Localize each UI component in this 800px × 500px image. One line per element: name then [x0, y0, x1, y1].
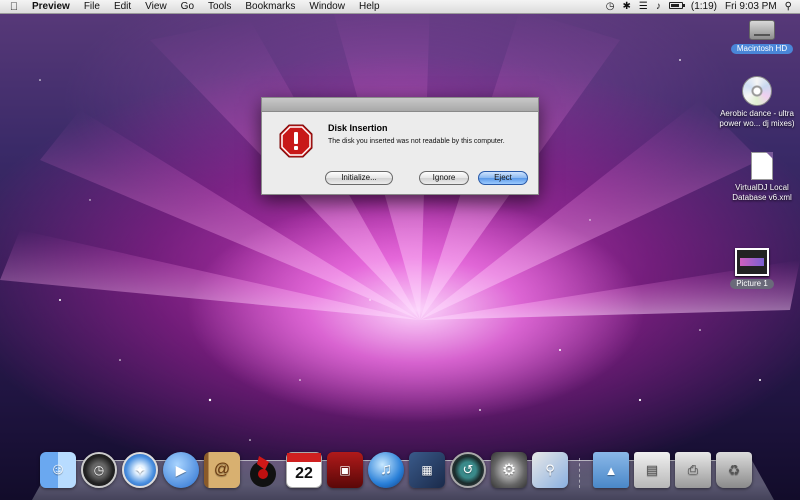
desktop-icon-label: Picture 1 — [730, 279, 774, 289]
dock-system-preferences-icon[interactable]: ⚙ — [491, 452, 527, 488]
menu-app-name[interactable]: Preview — [28, 1, 77, 12]
dock-finder-icon[interactable]: ☺ — [40, 452, 76, 488]
ignore-button[interactable]: Ignore — [419, 171, 469, 185]
menu-tools[interactable]: Tools — [201, 1, 238, 12]
alert-message: The disk you inserted was not readable b… — [328, 138, 505, 145]
dock-itunes-icon[interactable]: ♫ — [368, 452, 404, 488]
initialize-button[interactable]: Initialize... — [325, 171, 393, 185]
dock-address-book-icon[interactable]: @ — [204, 452, 240, 488]
dock-ical-icon[interactable]: 22 — [286, 452, 322, 488]
desktop-icon-picture-1[interactable]: Picture 1 — [714, 248, 790, 289]
desktop-icon-macintosh-hd[interactable]: Macintosh HD — [724, 20, 800, 54]
dock-ichat-icon[interactable]: ▶ — [163, 452, 199, 488]
menu-bar:  Preview File Edit View Go Tools Bookma… — [0, 0, 800, 14]
dock-virtualdj-icon[interactable] — [245, 452, 281, 488]
desktop-icon-label: Macintosh HD — [730, 44, 794, 54]
wallpaper-stars — [39, 59, 761, 441]
dock-photo-booth-icon[interactable]: ▣ — [327, 452, 363, 488]
battery-menu-icon[interactable] — [668, 1, 685, 12]
dock-documents-stack-icon[interactable]: ▤ — [634, 452, 670, 488]
dock-time-machine-icon[interactable]: ↺ — [450, 452, 486, 488]
dock-applications-folder-icon[interactable]: ▲ — [593, 452, 629, 488]
menu-help[interactable]: Help — [352, 1, 387, 12]
dock-safari-icon[interactable]: ✦ — [122, 452, 158, 488]
dock-printer-icon[interactable]: ⎙ — [675, 452, 711, 488]
desktop-icon-label-line2: Database v6.xml — [732, 193, 792, 202]
battery-time[interactable]: (1:19) — [691, 1, 717, 12]
spotlight-icon[interactable]: ⚲ — [785, 1, 792, 12]
volume-menu-icon[interactable]: ♪ — [656, 1, 661, 12]
bluetooth-menu-icon[interactable]: ✱ — [623, 1, 631, 12]
desktop-icon-label-line1: VirtualDJ Local — [735, 183, 789, 192]
menu-extras: ◷ ✱ ☰ ♪ (1:19) Fri 9:03 PM ⚲ — [606, 1, 800, 12]
dock-preview-icon[interactable]: ⚲ — [532, 452, 568, 488]
ical-date: 22 — [295, 465, 313, 482]
menu-go[interactable]: Go — [174, 1, 201, 12]
menu-bookmarks[interactable]: Bookmarks — [238, 1, 302, 12]
dock: ☺ ◷ ✦ ▶ @ 22 ▣ ♫ ▦ ↺ ⚙ ⚲ ▲ ▤ ⎙ ♻ — [40, 446, 780, 488]
dock-spaces-icon[interactable]: ▦ — [409, 452, 445, 488]
xml-document-icon — [751, 152, 773, 180]
dock-separator — [579, 458, 583, 488]
dock-trash-icon[interactable]: ♻ — [716, 452, 752, 488]
desktop-icon-label-line2: power wo... dj mixes) — [719, 119, 795, 128]
desktop-icon-label-line1: Aerobic dance - ultra — [720, 109, 794, 118]
disk-insertion-alert: Disk Insertion The disk you inserted was… — [261, 97, 539, 195]
time-machine-menu-icon[interactable]: ◷ — [606, 1, 615, 12]
menu-file[interactable]: File — [77, 1, 107, 12]
stop-alert-icon — [279, 124, 313, 158]
picture-thumbnail-icon — [735, 248, 769, 276]
menu-clock[interactable]: Fri 9:03 PM — [725, 1, 777, 12]
alert-title: Disk Insertion — [328, 123, 388, 133]
desktop-icon-virtualdj-db[interactable]: VirtualDJ Local Database v6.xml — [722, 152, 800, 203]
menu-view[interactable]: View — [138, 1, 174, 12]
wallpaper-rays — [0, 0, 800, 320]
hard-disk-icon — [749, 20, 775, 40]
alert-titlebar[interactable] — [262, 98, 538, 112]
apple-menu-icon[interactable]:  — [0, 1, 28, 13]
wifi-menu-icon[interactable]: ☰ — [639, 1, 648, 12]
menu-edit[interactable]: Edit — [107, 1, 138, 12]
menu-window[interactable]: Window — [302, 1, 352, 12]
desktop-icon-cd[interactable]: Aerobic dance - ultra power wo... dj mix… — [714, 76, 800, 129]
dock-dashboard-icon[interactable]: ◷ — [81, 452, 117, 488]
cd-disc-icon — [742, 76, 772, 106]
eject-button[interactable]: Eject — [478, 171, 528, 185]
